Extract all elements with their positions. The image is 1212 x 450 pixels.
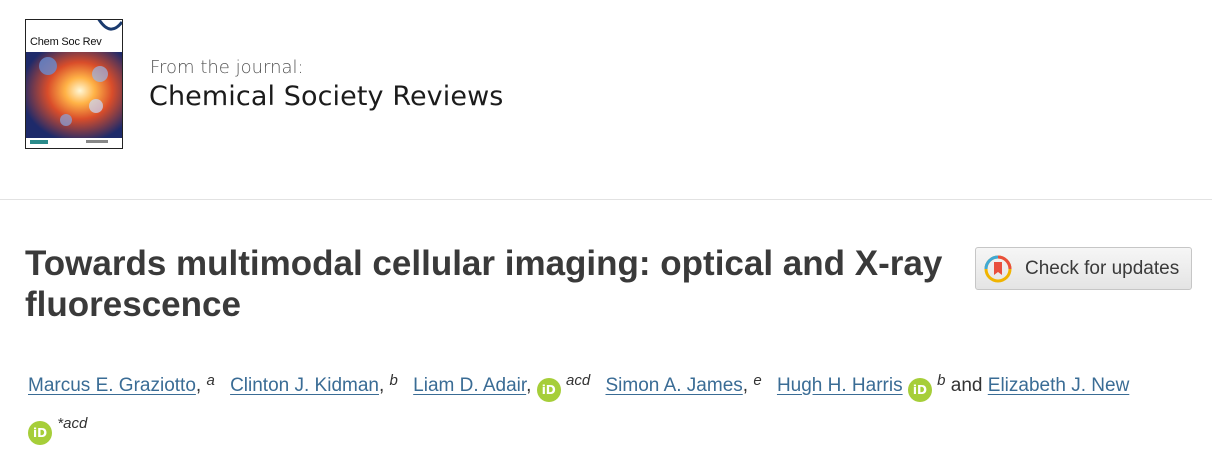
author-link[interactable]: Simon A. James [605, 375, 742, 396]
orcid-icon[interactable]: iD [907, 378, 932, 402]
author-conjunction: and [950, 375, 983, 396]
affiliation-marker[interactable]: *acd [57, 415, 87, 432]
orcid-icon[interactable]: iD [28, 421, 52, 445]
author-separator: , [195, 375, 202, 396]
affiliation-marker[interactable]: b [937, 372, 945, 389]
author-separator: , [742, 375, 749, 396]
crossmark-icon [984, 255, 1012, 282]
author-link[interactable]: Hugh H. Harris [777, 375, 903, 396]
author-link[interactable]: Clinton J. Kidman [230, 375, 379, 396]
article-title: Towards multimodal cellular imaging: opt… [25, 244, 943, 324]
affiliation-marker[interactable]: a [206, 372, 214, 389]
check-for-updates-label: Check for updates [1025, 257, 1180, 279]
journal-from-label: From the journal: [150, 57, 304, 78]
author-separator: , [378, 375, 385, 396]
check-for-updates-button[interactable]: Check for updates [975, 247, 1192, 290]
cover-title: Chem Soc Rev [30, 36, 102, 48]
cover-artwork [26, 52, 122, 146]
author-separator: , [526, 375, 532, 396]
cover-corner-swoosh [97, 20, 122, 31]
journal-cover-image[interactable]: Chem Soc Rev [25, 19, 123, 149]
orcid-icon[interactable]: iD [536, 378, 561, 402]
header-divider [0, 199, 1212, 200]
author-link[interactable]: Liam D. Adair [413, 375, 526, 396]
journal-name-link[interactable]: Chemical Society Reviews [149, 81, 503, 112]
author-list: Marcus E. Graziotto, a Clinton J. Kidman… [28, 362, 1198, 448]
affiliation-marker[interactable]: b [390, 372, 398, 389]
author-link[interactable]: Elizabeth J. New [988, 375, 1130, 396]
affiliation-marker[interactable]: acd [566, 372, 590, 389]
affiliation-marker[interactable]: e [753, 372, 761, 389]
author-link[interactable]: Marcus E. Graziotto [28, 375, 196, 396]
